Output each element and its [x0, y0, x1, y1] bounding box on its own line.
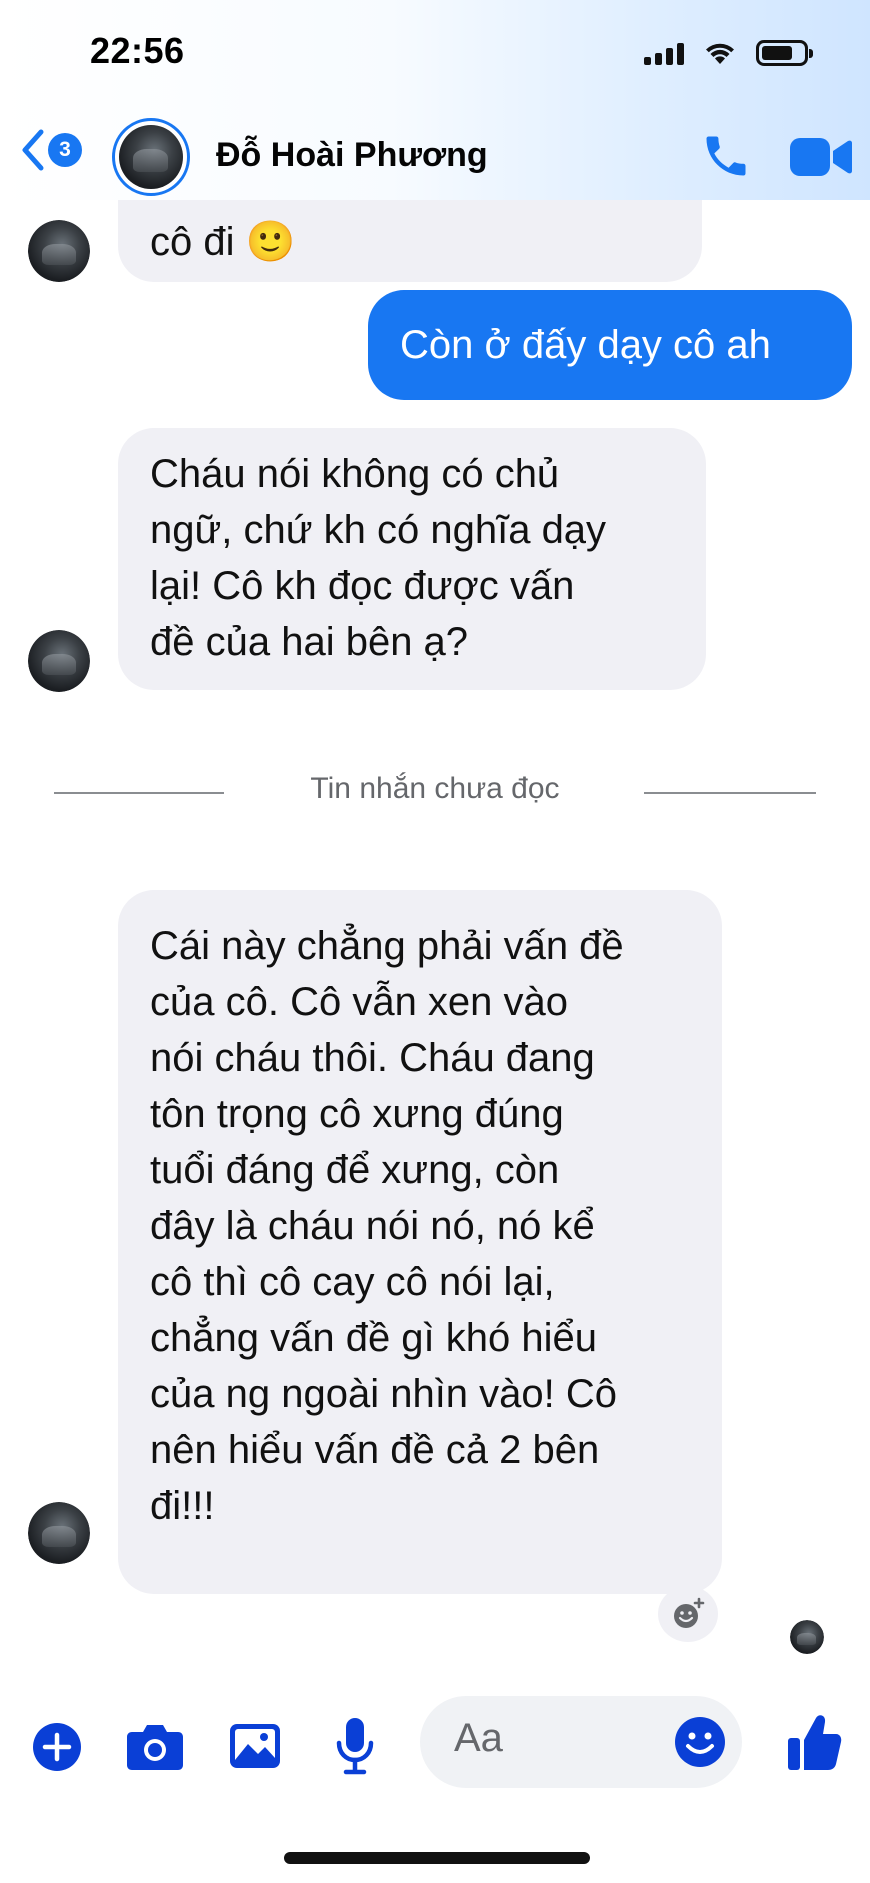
message-composer: Aa — [0, 1690, 870, 1800]
image-icon[interactable] — [228, 1722, 282, 1770]
sender-avatar[interactable] — [28, 630, 90, 692]
add-reaction-icon — [674, 1597, 705, 1628]
smiley-icon[interactable] — [674, 1716, 726, 1768]
message-bubble-incoming[interactable]: Cháu nói không có chủ ngữ, chứ kh có ngh… — [118, 428, 706, 690]
message-text-line: của cô. Cô vẫn xen vào — [150, 980, 569, 1024]
conversation-header: 3 Đỗ Hoài Phương — [0, 118, 870, 198]
unread-divider-label: Tin nhắn chưa đọc — [310, 772, 560, 805]
message-text: Còn ở đấy dạy cô ah — [400, 323, 771, 367]
message-text-line: đây là cháu nói nó, nó kể — [150, 1204, 595, 1248]
plus-circle-icon[interactable] — [32, 1722, 82, 1772]
message-text-line: nên hiểu vấn đề cả 2 bên — [150, 1428, 600, 1472]
message-bubble-incoming[interactable]: Cái này chẳng phải vấn đề của cô. Cô vẫn… — [118, 890, 722, 1594]
seen-indicator-avatar — [790, 1620, 824, 1654]
status-indicators — [644, 40, 813, 66]
message-bubble-outgoing[interactable]: Còn ở đấy dạy cô ah — [368, 290, 852, 400]
home-indicator — [284, 1852, 590, 1864]
message-text-line: Cái này chẳng phải vấn đề — [150, 924, 624, 968]
message-text-line: đề của hai bên ạ? — [150, 620, 469, 664]
message-text-line: của ng ngoài nhìn vào! Cô — [150, 1372, 618, 1416]
message-text-line: tôn trọng cô xưng đúng — [150, 1092, 564, 1136]
message-text-line: ngữ, chứ kh có nghĩa dạy — [150, 508, 607, 552]
thumbs-up-icon[interactable] — [786, 1712, 842, 1772]
top-bar: 22:56 3 Đỗ Hoài Phương — [0, 0, 870, 200]
unread-count-badge: 3 — [48, 133, 82, 167]
add-reaction-button[interactable] — [658, 1586, 718, 1642]
message-text-line: Cháu nói không có chủ — [150, 452, 560, 496]
contact-avatar[interactable] — [112, 118, 190, 196]
message-text-line: nói cháu thôi. Cháu đang — [150, 1036, 595, 1080]
message-text-line: tuổi đáng để xưng, còn — [150, 1148, 560, 1192]
battery-icon — [756, 40, 813, 66]
message-text: cô đi 🙂 — [150, 220, 296, 264]
status-time: 22:56 — [90, 30, 185, 71]
phone-icon[interactable] — [700, 130, 752, 182]
message-input[interactable]: Aa — [420, 1696, 742, 1788]
sender-avatar[interactable] — [28, 220, 90, 282]
sender-avatar[interactable] — [28, 1502, 90, 1564]
message-input-placeholder: Aa — [454, 1716, 503, 1760]
camera-icon[interactable] — [126, 1720, 184, 1772]
message-text-line: chẳng vấn đề gì khó hiểu — [150, 1316, 598, 1360]
message-text-line: đi!!! — [150, 1484, 215, 1528]
message-text-line: cô thì cô cay cô nói lại, — [150, 1260, 555, 1304]
divider-line-right — [644, 792, 816, 794]
cellular-signal-icon — [644, 41, 684, 65]
wifi-icon — [706, 43, 734, 64]
contact-name[interactable]: Đỗ Hoài Phương — [216, 136, 488, 175]
back-button[interactable]: 3 — [20, 128, 82, 172]
video-camera-icon[interactable] — [790, 134, 852, 180]
chevron-left-icon — [22, 129, 44, 171]
microphone-icon[interactable] — [334, 1716, 376, 1776]
messenger-screen: 22:56 3 Đỗ Hoài Phương cô đi 🙂 Còn ở đấy… — [0, 0, 870, 1883]
message-text-line: lại! Cô kh đọc được vấn — [150, 564, 575, 608]
